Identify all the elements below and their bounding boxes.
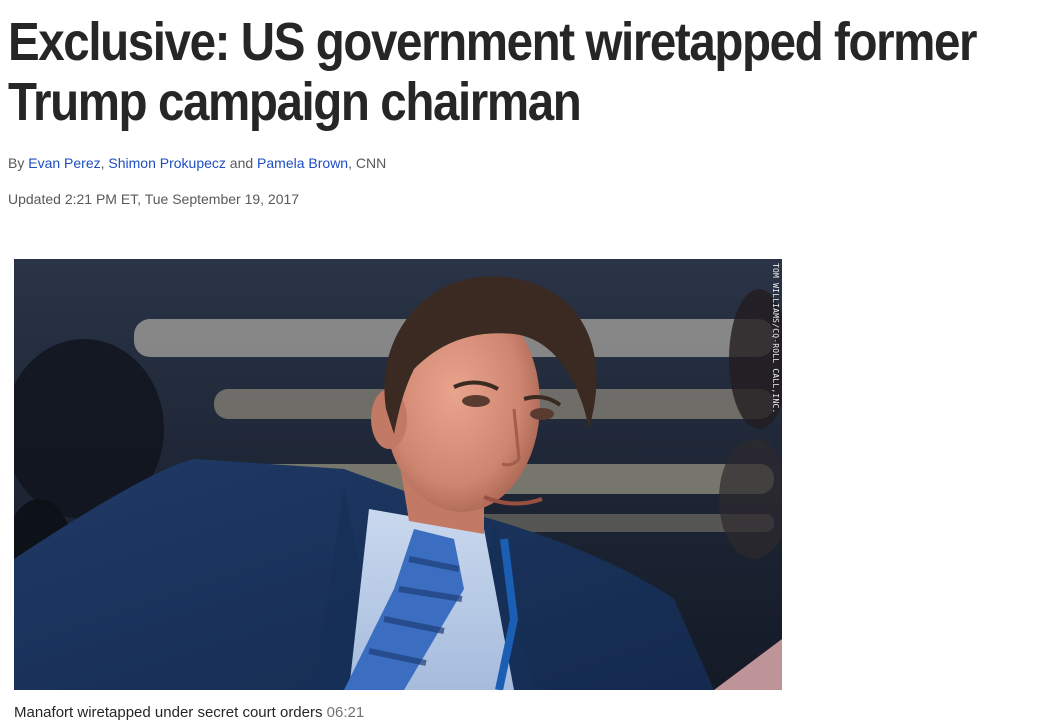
author-link-evan-perez[interactable]: Evan Perez (28, 155, 100, 171)
video-caption: Manafort wiretapped under secret court o… (14, 703, 364, 723)
photo-credit: TOM WILLIAMS/CQ-ROLL CALL,INC. (771, 263, 780, 414)
updated-timestamp: Updated 2:21 PM ET, Tue September 19, 20… (8, 191, 300, 207)
video-thumbnail-image (14, 259, 782, 690)
byline-prefix: By (8, 155, 29, 171)
author-link-shimon-prokupecz[interactable]: Shimon Prokupecz (108, 155, 226, 171)
byline-separator: and (225, 155, 258, 171)
byline: By Evan Perez, Shimon Prokupecz and Pame… (8, 154, 386, 172)
headline-line-2: Trump campaign chairman (8, 72, 582, 132)
video-caption-title[interactable]: Manafort wiretapped under secret court o… (14, 704, 323, 721)
author-link-pamela-brown[interactable]: Pamela Brown (257, 155, 348, 171)
article-headline: Exclusive: US government wiretapped form… (8, 12, 978, 132)
video-thumbnail[interactable]: TOM WILLIAMS/CQ-ROLL CALL,INC. (14, 259, 782, 690)
headline-line-1: Exclusive: US government wiretapped form… (8, 12, 978, 72)
video-duration: 06:21 (326, 704, 365, 721)
byline-suffix: , CNN (348, 155, 387, 171)
